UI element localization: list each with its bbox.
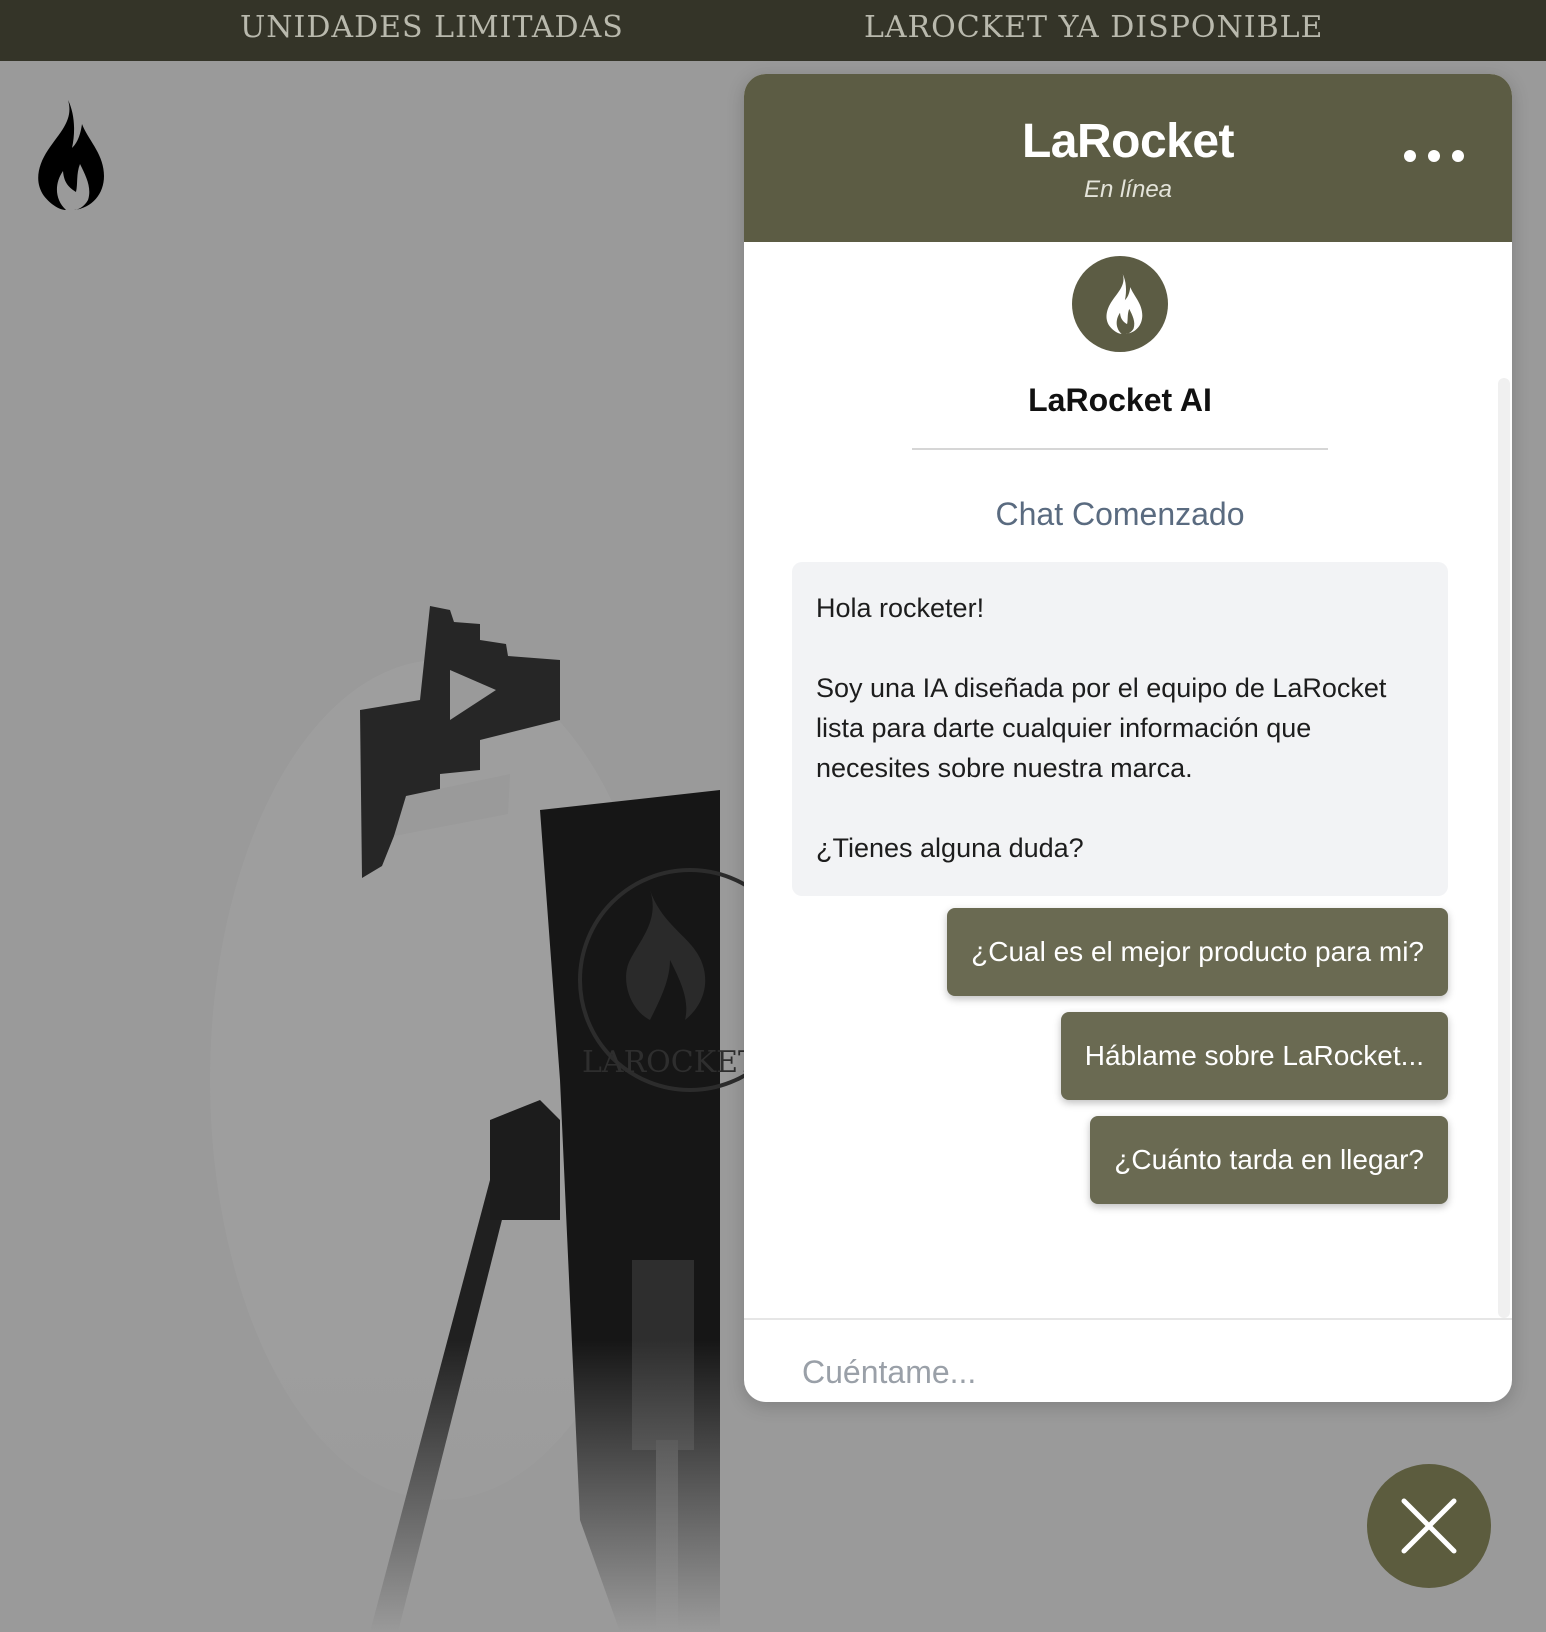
suggestion-delivery-time-button[interactable]: ¿Cuánto tarda en llegar? <box>1090 1116 1448 1204</box>
announcement-available: LAROCKET YA DISPONIBLE <box>864 10 1324 45</box>
message-greeting: Hola rocketer! <box>816 593 985 623</box>
chat-status: En línea <box>1083 176 1173 203</box>
suggestion-about-larocket-button[interactable]: Háblame sobre LaRocket... <box>1060 1012 1448 1100</box>
close-icon <box>1401 1498 1457 1554</box>
chat-header: LaRocket En línea <box>744 74 1512 242</box>
more-horizontal-icon <box>1404 150 1416 162</box>
bot-name: LaRocket AI <box>1028 382 1212 418</box>
close-chat-button[interactable] <box>1367 1464 1491 1588</box>
suggestion-best-product-button[interactable]: ¿Cual es el mejor producto para mi? <box>947 908 1448 996</box>
divider <box>912 448 1328 450</box>
message-question: ¿Tienes alguna duda? <box>816 833 1084 863</box>
flame-icon[interactable] <box>22 98 104 212</box>
chat-widget: LaRocket En línea LaRocket AI Chat Comen… <box>744 74 1512 1402</box>
announcement-limited-units: UNIDADES LIMITADAS <box>240 10 624 45</box>
more-options-button[interactable] <box>1404 144 1464 168</box>
message-body: Soy una IA diseñada por el equipo de LaR… <box>816 673 1387 783</box>
chat-scrollbar[interactable] <box>1498 378 1510 1318</box>
chat-composer <box>744 1318 1512 1402</box>
bot-welcome-message: Hola rocketer! Soy una IA diseñada por e… <box>792 562 1448 896</box>
chat-started-label: Chat Comenzado <box>995 496 1245 532</box>
chat-conversation[interactable]: LaRocket AI Chat Comenzado Hola rocketer… <box>744 242 1512 1318</box>
hero-product-image: LAROCKET <box>180 606 800 1632</box>
message-input[interactable] <box>800 1346 1444 1398</box>
flame-icon <box>1106 274 1143 334</box>
svg-text:LAROCKET: LAROCKET <box>582 1045 758 1080</box>
chat-title: LaRocket <box>1021 115 1235 168</box>
announcement-bar: UNIDADES LIMITADAS LAROCKET YA DISPONIBL… <box>0 0 1546 61</box>
bot-avatar <box>1072 256 1168 352</box>
